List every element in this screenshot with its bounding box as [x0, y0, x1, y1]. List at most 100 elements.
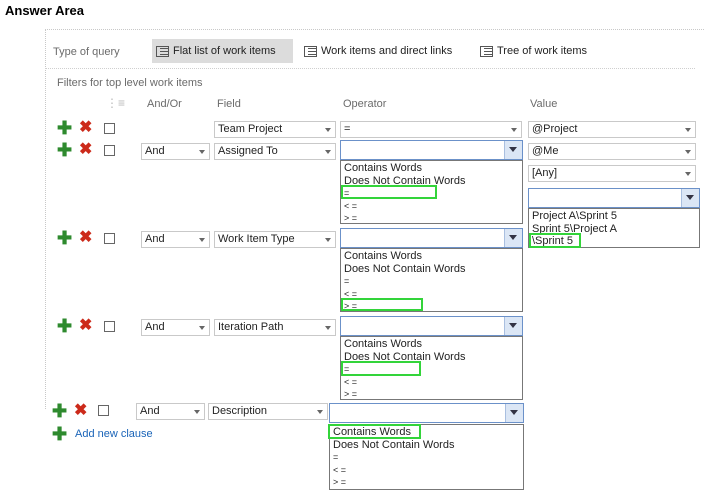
tree-icon	[480, 45, 493, 57]
flat-list-icon	[156, 45, 169, 57]
field-dropdown[interactable]: Work Item Type	[214, 231, 336, 248]
value-dropdown[interactable]: @Me	[528, 143, 696, 160]
value-option[interactable]: Project A\Sprint 5	[530, 210, 698, 223]
operator-option[interactable]: < =	[331, 464, 522, 477]
operator-option[interactable]: Contains Words	[342, 162, 521, 175]
add-clause-icon[interactable]: ✚	[57, 317, 72, 335]
col-andor: And/Or	[147, 98, 182, 110]
filters-label: Filters for top level work items	[57, 77, 203, 89]
chevron-down-icon	[199, 238, 205, 242]
dropdown-button-icon[interactable]	[504, 229, 522, 247]
operator-value: =	[344, 123, 351, 135]
dropdown-button-icon[interactable]	[504, 141, 522, 159]
tree-option[interactable]: Tree of work items	[476, 39, 591, 63]
field-dropdown[interactable]: Team Project	[214, 121, 336, 138]
field-dropdown[interactable]: Iteration Path	[214, 319, 336, 336]
value-value: [Any]	[532, 167, 558, 179]
field-value: Assigned To	[218, 145, 278, 157]
col-operator: Operator	[343, 98, 387, 110]
add-clause-icon[interactable]: ✚	[57, 119, 72, 137]
value-dropdown[interactable]: [Any]	[528, 165, 696, 182]
col-field: Field	[217, 98, 241, 110]
chevron-down-icon	[199, 326, 205, 330]
andor-dropdown[interactable]: And	[141, 143, 210, 160]
value-value: @Project	[532, 123, 578, 135]
chevron-down-icon	[685, 128, 691, 132]
tree-label: Tree of work items	[497, 45, 588, 57]
operator-combobox[interactable]	[340, 228, 523, 248]
frame-top-border	[45, 29, 704, 30]
frame-left-border	[45, 29, 46, 409]
remove-clause-icon[interactable]: ✖	[79, 230, 92, 246]
value-combobox[interactable]	[528, 188, 700, 208]
chevron-down-icon	[325, 238, 331, 242]
answer-highlight	[529, 233, 581, 248]
add-clause-icon[interactable]: ✚	[52, 402, 67, 420]
operator-option[interactable]: < =	[342, 376, 521, 389]
add-clause-icon[interactable]: ✚	[57, 141, 72, 159]
operator-option[interactable]: Does Not Contain Words	[331, 439, 522, 452]
grouping-icon: ⋮≡	[106, 96, 126, 110]
dropdown-button-icon[interactable]	[505, 404, 523, 422]
chevron-down-icon	[685, 172, 691, 176]
value-dropdown[interactable]: @Project	[528, 121, 696, 138]
answer-area-title: Answer Area	[5, 3, 84, 18]
dropdown-button-icon[interactable]	[504, 317, 522, 335]
flat-list-label: Flat list of work items	[173, 45, 276, 57]
operator-option[interactable]: =	[331, 451, 522, 464]
chevron-down-icon	[325, 128, 331, 132]
field-dropdown[interactable]: Assigned To	[214, 143, 336, 160]
operator-option[interactable]: Does Not Contain Words	[342, 263, 521, 276]
field-value: Description	[212, 405, 268, 417]
direct-links-icon	[304, 45, 317, 57]
add-new-clause-link[interactable]: Add new clause	[75, 428, 153, 440]
field-dropdown[interactable]: Description	[208, 403, 328, 420]
chevron-down-icon	[325, 326, 331, 330]
direct-links-label: Work items and direct links	[321, 45, 453, 57]
value-value: @Me	[532, 145, 559, 157]
clause-checkbox[interactable]	[104, 123, 115, 134]
clause-checkbox[interactable]	[104, 321, 115, 332]
flat-list-option[interactable]: Flat list of work items	[152, 39, 293, 63]
clause-checkbox[interactable]	[98, 405, 109, 416]
answer-highlight	[341, 361, 421, 376]
answer-highlight	[341, 185, 437, 199]
answer-highlight	[328, 424, 421, 439]
separator	[45, 68, 695, 69]
andor-dropdown[interactable]: And	[141, 319, 210, 336]
andor-value: And	[145, 321, 165, 333]
operator-option[interactable]: > =	[342, 388, 521, 401]
clause-checkbox[interactable]	[104, 145, 115, 156]
dropdown-button-icon[interactable]	[681, 189, 699, 207]
chevron-down-icon	[317, 410, 323, 414]
andor-value: And	[140, 405, 160, 417]
operator-option[interactable]: Contains Words	[342, 250, 521, 263]
operator-option[interactable]: > =	[331, 476, 522, 489]
operator-dropdown[interactable]: =	[340, 121, 522, 138]
clause-checkbox[interactable]	[104, 233, 115, 244]
field-value: Work Item Type	[218, 233, 295, 245]
chevron-down-icon	[194, 410, 200, 414]
andor-dropdown[interactable]: And	[141, 231, 210, 248]
field-value: Iteration Path	[218, 321, 284, 333]
col-value: Value	[530, 98, 558, 110]
andor-value: And	[145, 233, 165, 245]
operator-option[interactable]: > =	[342, 212, 521, 225]
operator-option[interactable]: < =	[342, 200, 521, 213]
remove-clause-icon[interactable]: ✖	[74, 403, 87, 419]
operator-option[interactable]: =	[342, 275, 521, 288]
andor-dropdown[interactable]: And	[136, 403, 205, 420]
add-new-clause-icon[interactable]: ✚	[52, 425, 67, 443]
add-clause-icon[interactable]: ✚	[57, 229, 72, 247]
remove-clause-icon[interactable]: ✖	[79, 120, 92, 136]
chevron-down-icon	[325, 150, 331, 154]
remove-clause-icon[interactable]: ✖	[79, 142, 92, 158]
operator-combobox[interactable]	[329, 403, 524, 423]
field-value: Team Project	[218, 123, 283, 135]
direct-links-option[interactable]: Work items and direct links	[300, 39, 456, 63]
operator-combobox[interactable]	[340, 140, 523, 160]
operator-combobox[interactable]	[340, 316, 523, 336]
operator-option[interactable]: Contains Words	[342, 338, 521, 351]
remove-clause-icon[interactable]: ✖	[79, 318, 92, 334]
answer-highlight	[341, 298, 423, 311]
